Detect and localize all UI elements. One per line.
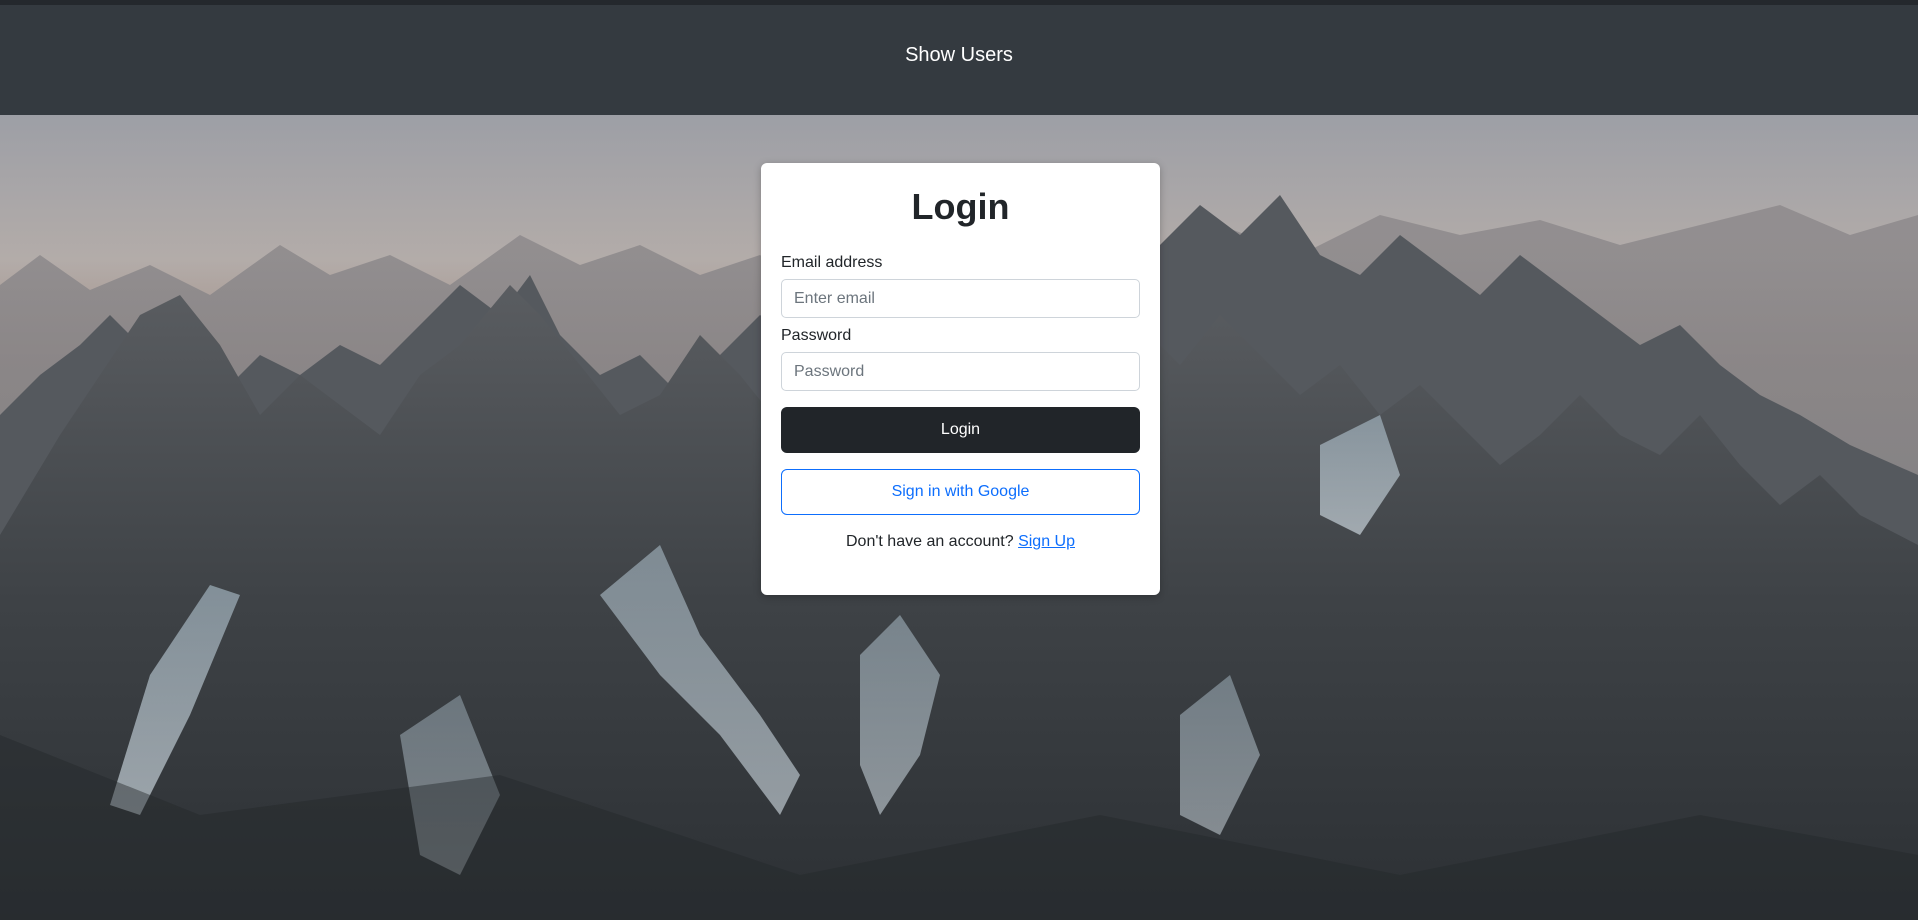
- google-sign-in-button[interactable]: Sign in with Google: [781, 469, 1140, 515]
- show-users-link[interactable]: Show Users: [905, 44, 1013, 67]
- login-button[interactable]: Login: [781, 407, 1140, 453]
- email-label: Email address: [781, 254, 883, 271]
- navbar: Show Users: [0, 5, 1918, 115]
- password-input[interactable]: [781, 352, 1140, 391]
- email-input[interactable]: [781, 279, 1140, 318]
- login-card: Login Email address Password Login Sign …: [761, 163, 1160, 595]
- password-label: Password: [781, 327, 852, 344]
- signup-row: Don't have an account? Sign Up: [781, 533, 1140, 551]
- signup-link[interactable]: Sign Up: [1018, 533, 1075, 550]
- login-title: Login: [911, 186, 1010, 227]
- signup-prompt: Don't have an account?: [846, 533, 1014, 550]
